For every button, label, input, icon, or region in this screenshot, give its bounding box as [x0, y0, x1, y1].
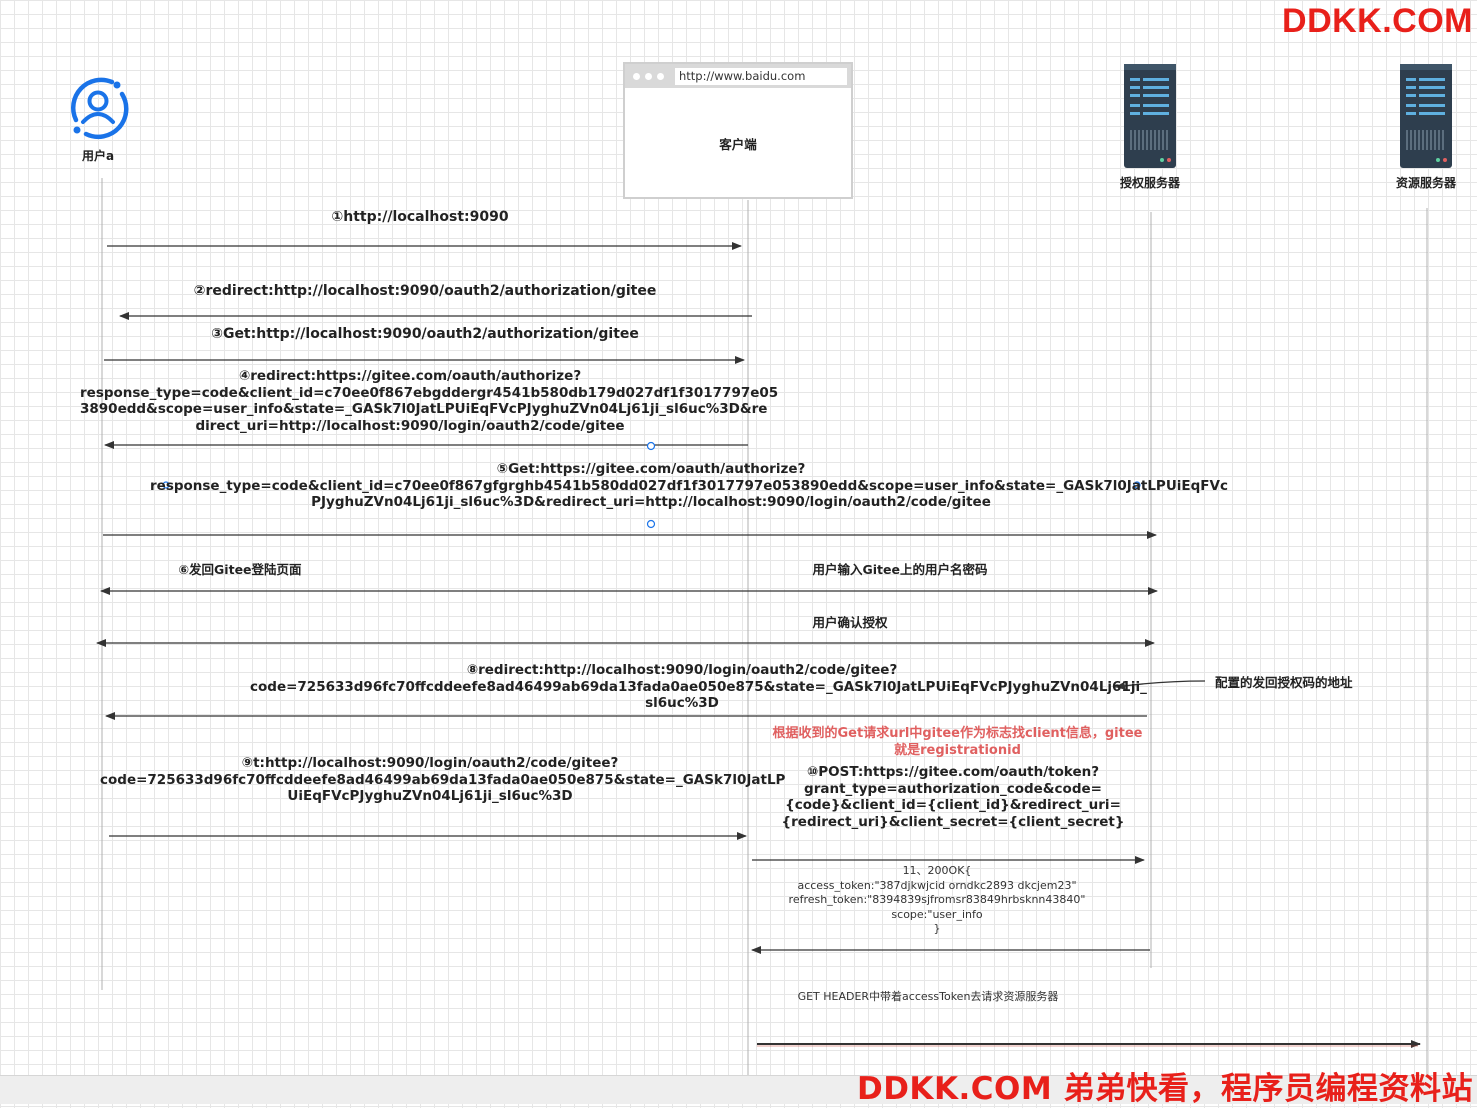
message-7-label: 用户确认授权	[812, 615, 888, 630]
watermark-bottom: DDKK.COM 弟弟快看，程序员编程资料站	[856, 1071, 1473, 1107]
window-dot-icon	[633, 73, 640, 80]
message-8-note-label: 配置的发回授权码的地址	[1215, 675, 1353, 690]
actor-resource-server-label: 资源服务器	[1395, 176, 1456, 190]
message-9-label: ⑨t:http://localhost:9090/login/oauth2/co…	[100, 755, 786, 804]
browser-url: http://www.baidu.com	[675, 68, 847, 85]
registration-id-note: 根据收到的Get请求url中gitee作为标志找client信息，gitee 就…	[772, 726, 1143, 758]
message-11-label: 11、200OK{ access_token:"387djkwjcid ornd…	[788, 864, 1086, 935]
window-dot-icon	[657, 73, 664, 80]
message-4-label: ④redirect:https://gitee.com/oauth/author…	[80, 368, 779, 434]
message-3-label: ③Get:http://localhost:9090/oauth2/author…	[211, 326, 639, 342]
actor-client-label: 客户端	[719, 137, 757, 152]
actor-user-label: 用户a	[81, 149, 115, 163]
message-6-left-label: ⑥发回Gitee登陆页面	[178, 562, 302, 577]
message-10-label: ⑩POST:https://gitee.com/oauth/token? gra…	[781, 764, 1125, 830]
message-8-label: ⑧redirect:http://localhost:9090/login/oa…	[250, 662, 1147, 711]
message-1-label: ①http://localhost:9090	[331, 209, 509, 225]
auth-server-icon	[1124, 64, 1176, 168]
client-browser-window: http://www.baidu.com 客户端	[623, 62, 853, 199]
message-2-label: ②redirect:http://localhost:9090/oauth2/a…	[193, 283, 657, 299]
message-12-label: GET HEADER中带着accessToken去请求资源服务器	[797, 990, 1059, 1003]
message-6-right-label: 用户输入Gitee上的用户名密码	[812, 562, 988, 577]
actor-auth-server-label: 授权服务器	[1119, 176, 1180, 190]
resource-server-icon	[1400, 64, 1452, 168]
user-icon	[64, 74, 132, 142]
window-dot-icon	[645, 73, 652, 80]
message-5-label: ⑤Get:https://gitee.com/oauth/authorize? …	[150, 461, 1228, 510]
browser-address-bar: http://www.baidu.com	[625, 64, 851, 88]
